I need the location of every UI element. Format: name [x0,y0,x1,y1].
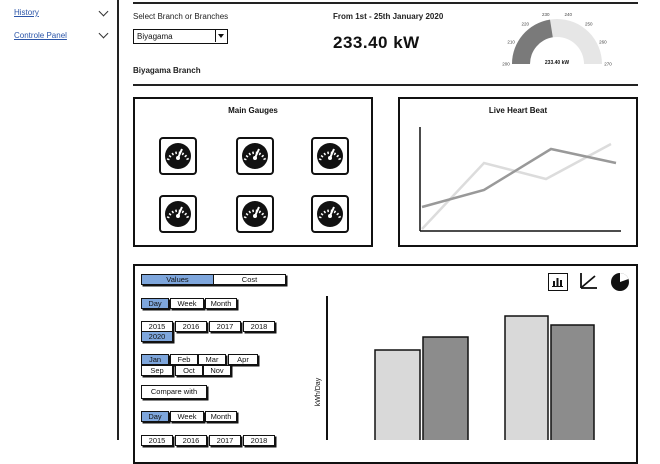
gauge-icon[interactable] [236,137,274,175]
branch-title: Biyagama Branch [133,66,201,75]
year2-2017[interactable]: 2017 [209,435,241,446]
gauge-tick-label: 220 [521,22,529,27]
period-tab-day[interactable]: Day [141,298,169,309]
header-top-rule [133,2,638,4]
year-2020[interactable]: 2020 [141,331,173,342]
tab-values[interactable]: Values [141,274,214,285]
gauge-tick-label: 260 [599,39,607,44]
period2-tab-day[interactable]: Day [141,411,169,422]
bar-chart-y-label: kWh/Day [315,377,322,406]
chevron-down-icon[interactable] [98,6,109,17]
gauge-tick-label: 230 [542,12,550,17]
period2-tab-month[interactable]: Month [205,411,237,422]
main-gauges-card: Main Gauges [133,97,373,247]
year-2018[interactable]: 2018 [243,321,275,332]
power-value: 233.40 kW [333,33,420,52]
bar [504,315,549,440]
bar [374,349,421,440]
gauge-fill [512,19,553,65]
year2-2016[interactable]: 2016 [175,435,207,446]
gauge-tick-label: 250 [585,22,593,27]
heartbeat-chart [419,127,621,232]
gauge-icon[interactable] [311,137,349,175]
period-tab-week[interactable]: Week [170,298,204,309]
gauge-icon[interactable] [236,195,274,233]
heartbeat-series-dark [421,147,617,209]
year2-2018[interactable]: 2018 [243,435,275,446]
gauge-icon[interactable] [159,195,197,233]
gauge-tick-label: 270 [604,62,612,67]
pie-chart-icon[interactable] [609,271,631,293]
period2-tab-week[interactable]: Week [170,411,204,422]
year-2017[interactable]: 2017 [209,321,241,332]
branch-select-value: Biyagama [137,32,173,41]
year-2016[interactable]: 2016 [175,321,207,332]
date-range: From 1st - 25th January 2020 [333,12,444,21]
sidebar-item-history[interactable]: History [14,8,39,17]
month-jan[interactable]: Jan [141,354,169,365]
chevron-down-icon[interactable] [98,28,109,39]
gauge-value-label: 233.40 kW [545,60,569,66]
tab-cost[interactable]: Cost [213,274,286,285]
bar [550,324,595,440]
sidebar-item-controle-panel[interactable]: Controle Panel [14,31,67,40]
gauge-tick-label: 200 [502,62,510,67]
month-feb[interactable]: Feb [170,354,198,365]
month-mar[interactable]: Mar [198,354,226,365]
branch-select-label: Select Branch or Branches [133,12,229,21]
heartbeat-card: Live Heart Beat [398,97,638,247]
consumption-bar-chart: kWh/Day [315,296,595,440]
bar-chart-icon[interactable] [548,273,568,291]
month-nov[interactable]: Nov [203,365,231,376]
heartbeat-title: Live Heart Beat [488,106,548,115]
gauge-tick-label: 210 [507,39,515,44]
gauge-icon[interactable] [311,195,349,233]
dropdown-arrow-icon[interactable] [215,30,227,42]
sidebar: History Controle Panel [0,0,119,440]
power-gauge: 200 210 220 230 240 250 260 270 233.40 kW [502,12,612,67]
bar [422,336,469,440]
month-oct[interactable]: Oct [175,365,203,376]
line-chart-icon[interactable] [578,271,600,291]
main-gauges-title: Main Gauges [228,106,278,115]
compare-with-button[interactable]: Compare with [141,385,207,399]
gauge-tick-label: 240 [565,12,573,17]
gauge-icon[interactable] [159,137,197,175]
branch-select[interactable]: Biyagama [133,29,228,44]
month-sep[interactable]: Sep [141,365,173,376]
period-tab-month[interactable]: Month [205,298,237,309]
header-bottom-rule [133,84,638,86]
year2-2015[interactable]: 2015 [141,435,173,446]
month-apr[interactable]: Apr [228,354,258,365]
